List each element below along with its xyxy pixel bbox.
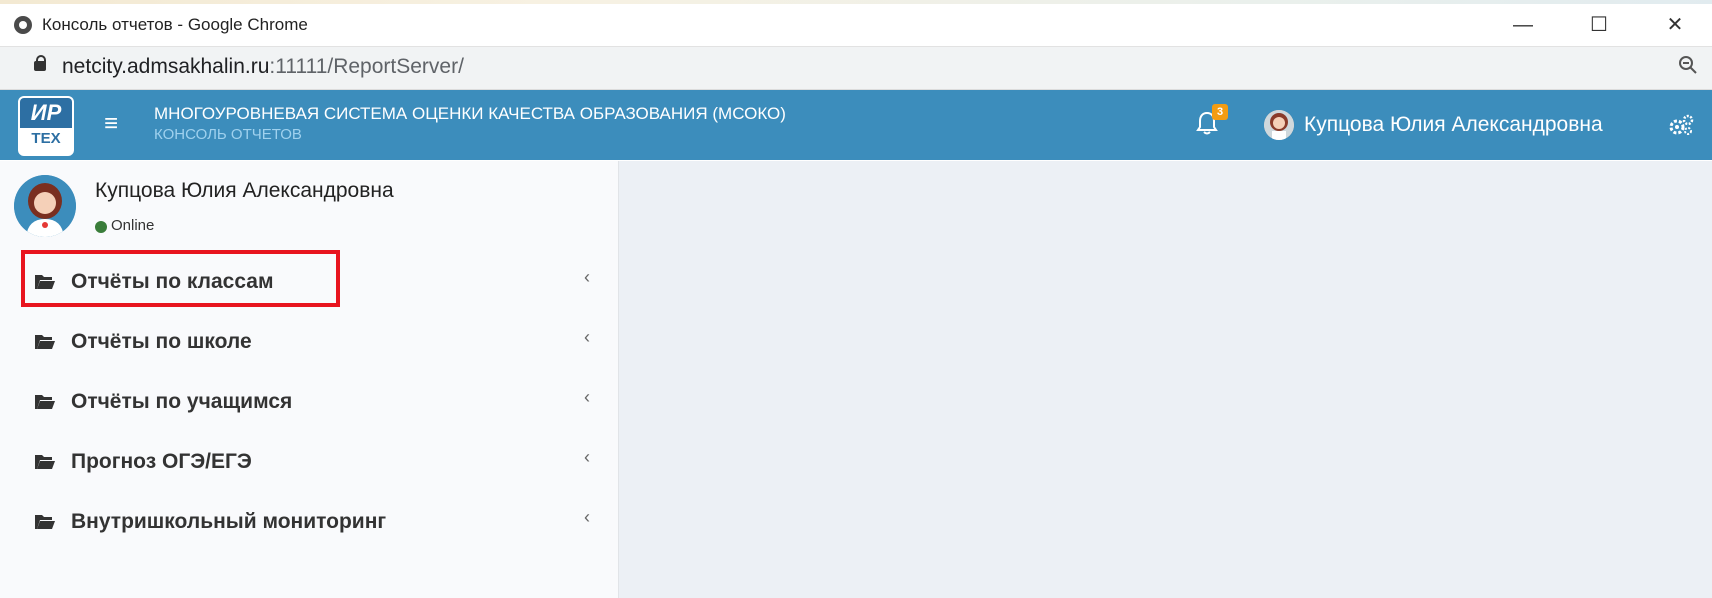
url-host: netcity.admsakhalin.ru — [62, 55, 270, 78]
logo-bottom-text: ТЕХ — [20, 128, 72, 152]
header-avatar[interactable] — [1264, 110, 1294, 140]
logo-top-text: ИР — [20, 98, 72, 128]
menu-toggle-icon[interactable]: ≡ — [104, 112, 118, 136]
chevron-left-icon: ‹ — [584, 387, 590, 407]
highlight-frame — [21, 250, 340, 307]
zoom-icon[interactable] — [1678, 55, 1698, 81]
folder-open-icon — [35, 515, 55, 529]
sidebar-item-label: Отчёты по школе — [71, 330, 252, 353]
folder-open-icon — [35, 455, 55, 469]
header-user-name[interactable]: Купцова Юлия Александровна — [1304, 113, 1603, 137]
online-status-icon — [95, 221, 107, 233]
url-path: :11111/ReportServer/ — [269, 55, 464, 78]
chevron-left-icon: ‹ — [584, 327, 590, 347]
url-text[interactable]: netcity.admsakhalin.ru:11111/ReportServe… — [62, 55, 464, 79]
chevron-left-icon: ‹ — [584, 447, 590, 467]
sidebar-user-name: Купцова Юлия Александровна — [95, 179, 394, 202]
close-button[interactable]: ✕ — [1652, 10, 1698, 40]
app-header: ИР ТЕХ ≡ МНОГОУРОВНЕВАЯ СИСТЕМА ОЦЕНКИ К… — [0, 90, 1712, 160]
user-avatar — [14, 175, 76, 237]
folder-open-icon — [35, 335, 55, 349]
notification-badge: 3 — [1212, 104, 1228, 120]
system-title: МНОГОУРОВНЕВАЯ СИСТЕМА ОЦЕНКИ КАЧЕСТВА О… — [154, 104, 786, 123]
chrome-icon — [14, 16, 32, 34]
irtech-logo[interactable]: ИР ТЕХ — [18, 96, 74, 156]
lock-icon[interactable] — [34, 55, 46, 71]
sidebar-item-label: Внутришкольный мониторинг — [71, 510, 387, 533]
title-bar: Консоль отчетов - Google Chrome — ☐ ✕ — [0, 4, 1712, 47]
maximize-button[interactable]: ☐ — [1576, 10, 1622, 40]
main-content — [619, 161, 1712, 598]
folder-open-icon — [35, 395, 55, 409]
system-subtitle: КОНСОЛЬ ОТЧЕТОВ — [154, 126, 302, 143]
sidebar-item-exam-forecast[interactable]: Прогноз ОГЭ/ЕГЭ ‹ — [0, 433, 618, 491]
sidebar-item-label: Прогноз ОГЭ/ЕГЭ — [71, 450, 252, 473]
browser-window: Консоль отчетов - Google Chrome — ☐ ✕ ne… — [0, 4, 1712, 598]
chevron-left-icon: ‹ — [584, 507, 590, 527]
sidebar-item-label: Отчёты по учащимся — [71, 390, 293, 413]
online-status-text: Online — [111, 217, 155, 234]
sidebar-item-internal-monitoring[interactable]: Внутришкольный мониторинг ‹ — [0, 493, 618, 551]
window-title: Консоль отчетов - Google Chrome — [42, 15, 308, 34]
address-bar[interactable]: netcity.admsakhalin.ru:11111/ReportServe… — [0, 47, 1712, 90]
sidebar: Купцова Юлия Александровна Online Отчёты… — [0, 161, 619, 598]
sidebar-item-school-reports[interactable]: Отчёты по школе ‹ — [0, 313, 618, 371]
sidebar-item-student-reports[interactable]: Отчёты по учащимся ‹ — [0, 373, 618, 431]
chevron-left-icon: ‹ — [584, 267, 590, 287]
settings-gears-icon[interactable] — [1668, 114, 1694, 136]
minimize-button[interactable]: — — [1500, 10, 1546, 40]
